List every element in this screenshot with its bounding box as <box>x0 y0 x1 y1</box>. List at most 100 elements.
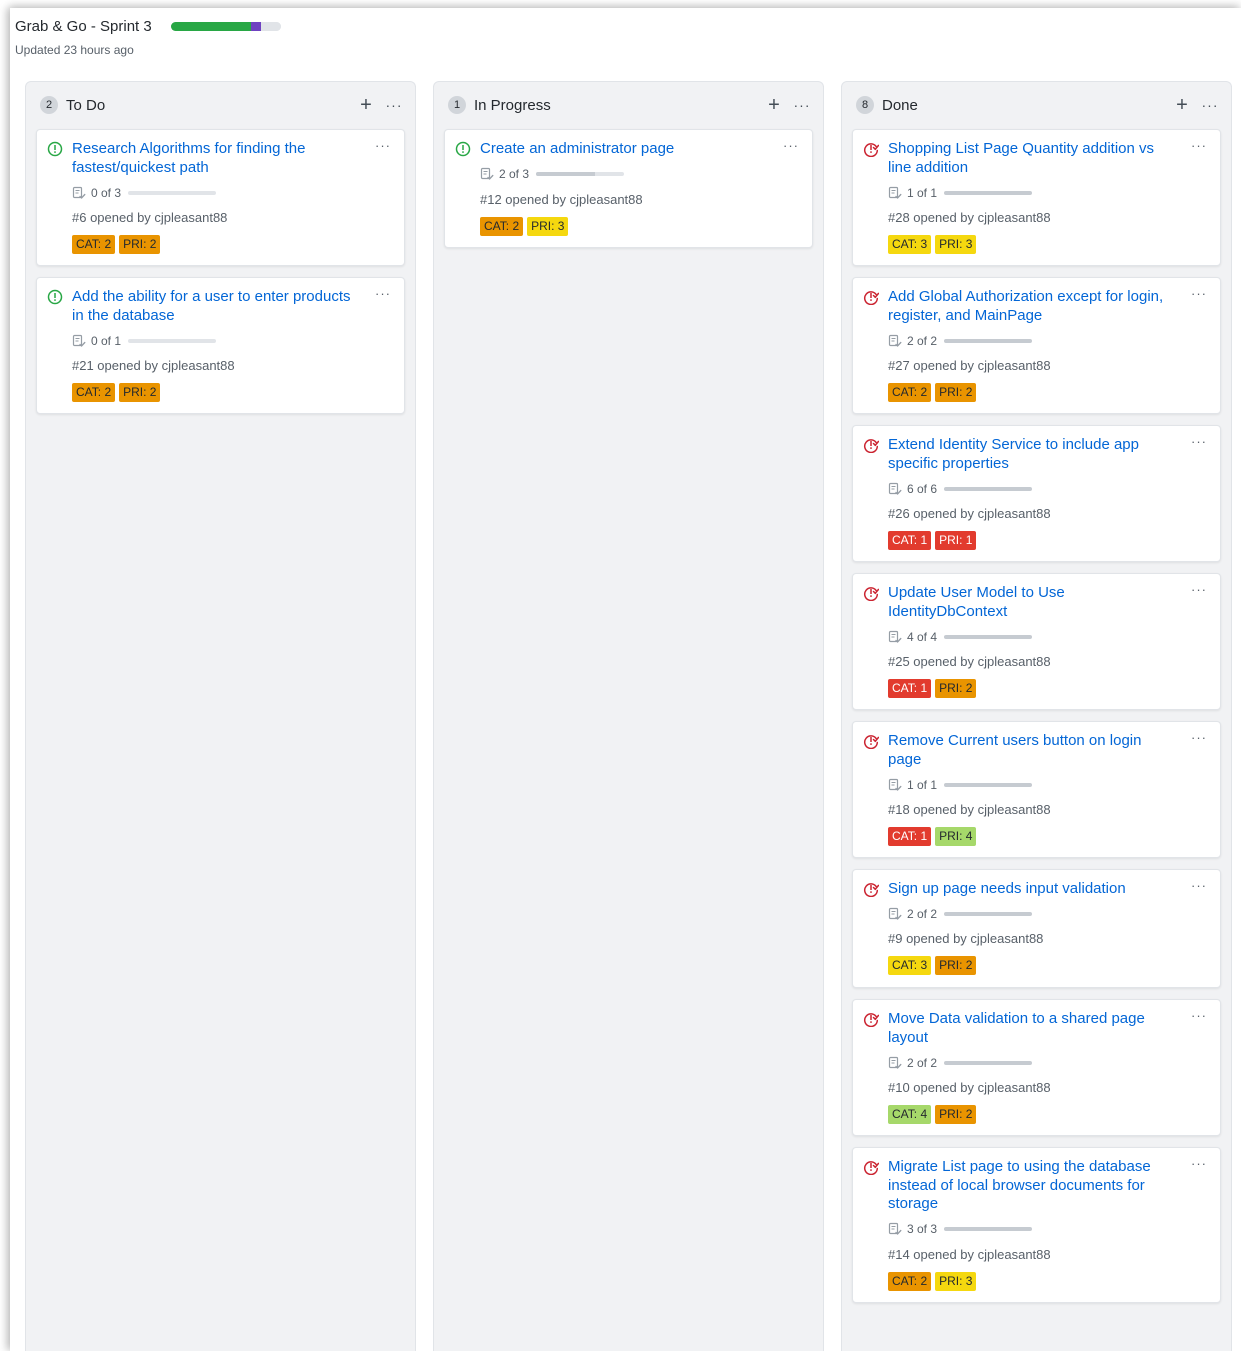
tasklist-icon <box>888 186 902 199</box>
label-cat[interactable]: CAT: 2 <box>72 235 116 254</box>
card-more-icon[interactable]: ··· <box>1191 1008 1207 1023</box>
task-progress-bar <box>944 912 1033 916</box>
card-more-icon[interactable]: ··· <box>1191 138 1207 153</box>
tasklist-icon <box>888 334 902 347</box>
label-pri[interactable]: PRI: 2 <box>935 956 977 975</box>
add-card-plus-icon[interactable]: + <box>355 95 377 115</box>
column-count-badge: 2 <box>40 96 58 114</box>
closed-issue-icon <box>863 1161 879 1175</box>
card-more-icon[interactable]: ··· <box>1191 1156 1207 1171</box>
label-pri[interactable]: PRI: 2 <box>935 383 977 402</box>
task-progress-fill <box>944 1227 1033 1231</box>
card-more-icon[interactable]: ··· <box>1191 286 1207 301</box>
column-done: 8 Done + ··· ··· Shopping List Page Quan… <box>841 81 1232 1351</box>
task-progress: 3 of 3 <box>888 1222 1033 1236</box>
card-title[interactable]: Add Global Authorization except for logi… <box>888 288 1178 325</box>
label-pri[interactable]: PRI: 4 <box>935 827 977 846</box>
label-cat[interactable]: CAT: 2 <box>480 217 524 236</box>
label-cat[interactable]: CAT: 4 <box>888 1105 932 1124</box>
issue-card[interactable]: ··· Remove Current users button on login… <box>852 721 1221 858</box>
label-pri[interactable]: PRI: 3 <box>935 235 977 254</box>
label-pri[interactable]: PRI: 3 <box>527 217 569 236</box>
card-title[interactable]: Migrate List page to using the database … <box>888 1158 1178 1214</box>
task-progress: 2 of 2 <box>888 907 1033 921</box>
card-labels: CAT: 2 PRI: 2 <box>72 383 161 402</box>
issue-card[interactable]: ··· Update User Model to Use IdentityDbC… <box>852 573 1221 710</box>
column-more-icon[interactable]: ··· <box>791 97 813 113</box>
task-progress-bar <box>536 172 625 176</box>
task-progress-bar <box>128 191 217 195</box>
label-cat[interactable]: CAT: 3 <box>888 956 932 975</box>
column-more-icon[interactable]: ··· <box>383 97 405 113</box>
label-pri[interactable]: PRI: 2 <box>935 679 977 698</box>
label-pri[interactable]: PRI: 1 <box>935 531 977 550</box>
issue-card[interactable]: ··· Move Data validation to a shared pag… <box>852 999 1221 1136</box>
card-more-icon[interactable]: ··· <box>1191 878 1207 893</box>
label-pri[interactable]: PRI: 2 <box>119 383 161 402</box>
card-meta: #26 opened by cjpleasant88 <box>888 506 1051 521</box>
card-more-icon[interactable]: ··· <box>375 138 391 153</box>
card-labels: CAT: 3 PRI: 3 <box>888 235 977 254</box>
column-count-badge: 1 <box>448 96 466 114</box>
issue-card[interactable]: ··· Extend Identity Service to include a… <box>852 425 1221 562</box>
label-cat[interactable]: CAT: 2 <box>888 1272 932 1291</box>
label-cat[interactable]: CAT: 3 <box>888 235 932 254</box>
closed-issue-icon <box>863 735 879 749</box>
card-title[interactable]: Remove Current users button on login pag… <box>888 732 1178 769</box>
add-card-plus-icon[interactable]: + <box>1171 95 1193 115</box>
task-progress: 4 of 4 <box>888 630 1033 644</box>
issue-card[interactable]: ··· Research Algorithms for finding the … <box>36 129 405 266</box>
task-progress: 0 of 3 <box>72 186 217 200</box>
closed-issue-icon <box>863 587 879 601</box>
tasklist-icon <box>888 1056 902 1069</box>
label-cat[interactable]: CAT: 2 <box>888 383 932 402</box>
card-title[interactable]: Create an administrator page <box>480 140 770 159</box>
card-title[interactable]: Research Algorithms for finding the fast… <box>72 140 362 177</box>
issue-card[interactable]: ··· Create an administrator page 2 of 3 … <box>444 129 813 248</box>
card-title[interactable]: Sign up page needs input validation <box>888 880 1178 899</box>
updated-timestamp: Updated 23 hours ago <box>15 43 134 57</box>
label-cat[interactable]: CAT: 1 <box>888 679 932 698</box>
card-more-icon[interactable]: ··· <box>375 286 391 301</box>
card-title[interactable]: Extend Identity Service to include app s… <box>888 436 1178 473</box>
closed-issue-icon <box>863 439 879 453</box>
label-cat[interactable]: CAT: 1 <box>888 827 932 846</box>
card-labels: CAT: 1 PRI: 4 <box>888 827 977 846</box>
card-more-icon[interactable]: ··· <box>1191 582 1207 597</box>
label-cat[interactable]: CAT: 2 <box>72 383 116 402</box>
card-title[interactable]: Add the ability for a user to enter prod… <box>72 288 362 325</box>
card-title[interactable]: Move Data validation to a shared page la… <box>888 1010 1178 1047</box>
card-title[interactable]: Shopping List Page Quantity addition vs … <box>888 140 1178 177</box>
card-more-icon[interactable]: ··· <box>1191 434 1207 449</box>
column-header: 8 Done + ··· <box>842 82 1231 128</box>
task-count: 3 of 3 <box>907 1222 938 1236</box>
card-meta: #28 opened by cjpleasant88 <box>888 210 1051 225</box>
card-title[interactable]: Update User Model to Use IdentityDbConte… <box>888 584 1178 621</box>
issue-card[interactable]: ··· Shopping List Page Quantity addition… <box>852 129 1221 266</box>
task-progress-fill <box>944 487 1033 491</box>
issue-card[interactable]: ··· Migrate List page to using the datab… <box>852 1147 1221 1303</box>
column-more-icon[interactable]: ··· <box>1199 97 1221 113</box>
task-progress-bar <box>944 191 1033 195</box>
label-cat[interactable]: CAT: 1 <box>888 531 932 550</box>
board-title[interactable]: Grab & Go - Sprint 3 <box>15 18 152 35</box>
card-more-icon[interactable]: ··· <box>1191 730 1207 745</box>
open-issue-icon <box>47 289 63 305</box>
label-pri[interactable]: PRI: 2 <box>935 1105 977 1124</box>
closed-issue-icon <box>863 291 879 305</box>
add-card-plus-icon[interactable]: + <box>763 95 785 115</box>
task-progress-bar <box>128 339 217 343</box>
issue-card[interactable]: ··· Sign up page needs input validation … <box>852 869 1221 988</box>
task-progress-fill <box>944 1061 1033 1065</box>
tasklist-icon <box>888 630 902 643</box>
progress-done-segment <box>170 22 252 31</box>
label-pri[interactable]: PRI: 3 <box>935 1272 977 1291</box>
task-progress: 1 of 1 <box>888 186 1033 200</box>
card-more-icon[interactable]: ··· <box>783 138 799 153</box>
task-progress: 1 of 1 <box>888 778 1033 792</box>
issue-card[interactable]: ··· Add the ability for a user to enter … <box>36 277 405 414</box>
card-meta: #25 opened by cjpleasant88 <box>888 654 1051 669</box>
issue-card[interactable]: ··· Add Global Authorization except for … <box>852 277 1221 414</box>
label-pri[interactable]: PRI: 2 <box>119 235 161 254</box>
task-progress-bar <box>944 487 1033 491</box>
